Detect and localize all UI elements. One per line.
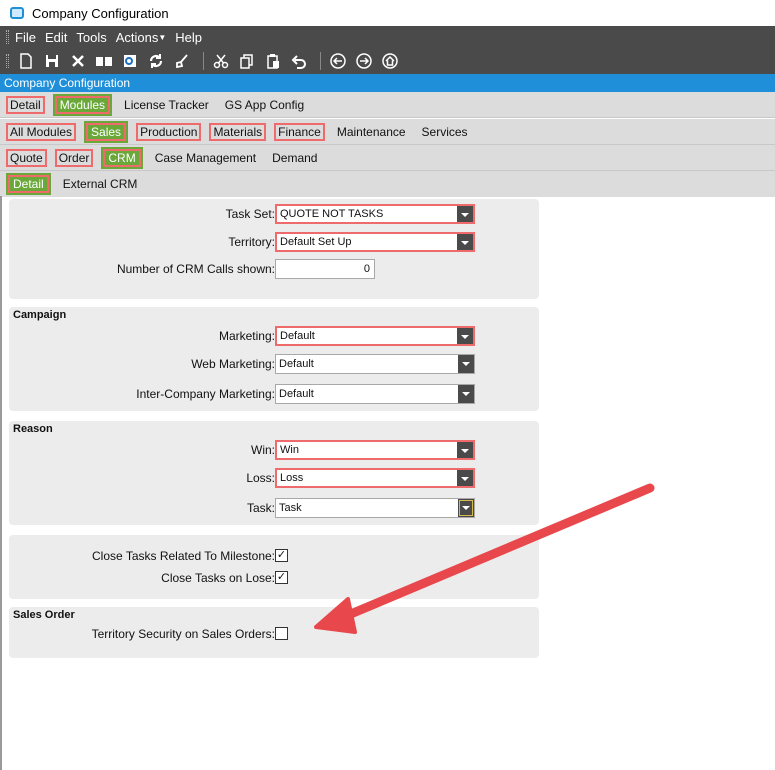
- annotation-arrow: [314, 483, 655, 634]
- annotation-arrow-head: [314, 597, 357, 634]
- annotation-arrow-shaft: [341, 483, 655, 621]
